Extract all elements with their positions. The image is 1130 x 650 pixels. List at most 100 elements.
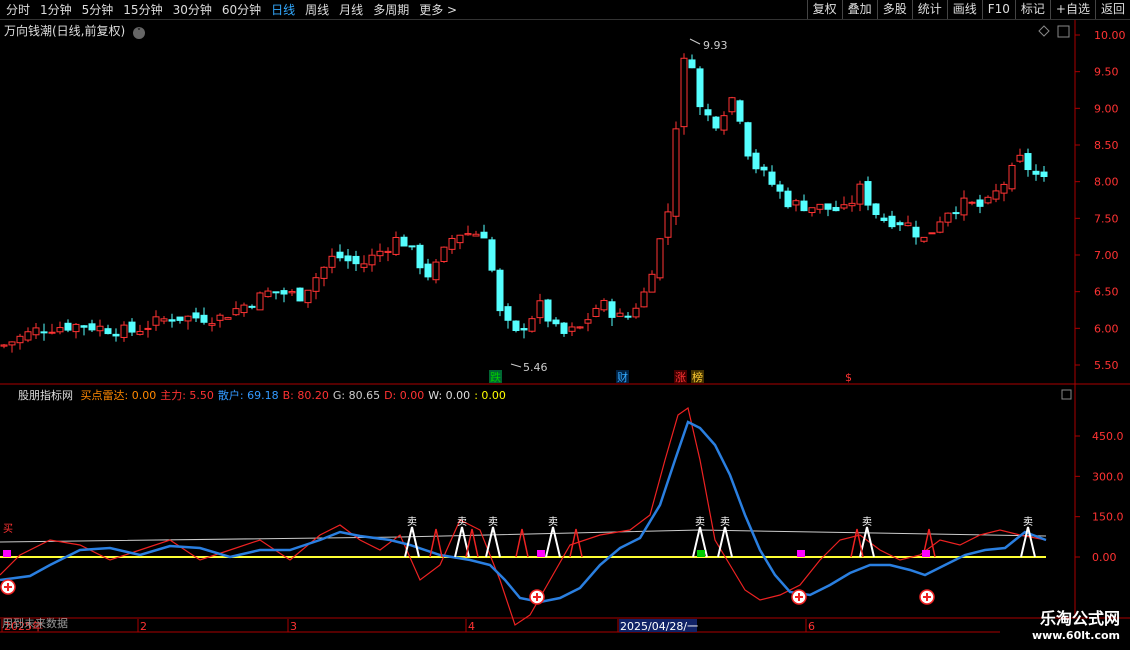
- event-marker: 榜: [692, 370, 703, 384]
- period-tab-3[interactable]: 15分钟: [123, 1, 162, 18]
- candle-body: [168, 319, 176, 322]
- brand-name: 乐淘公式网: [1039, 609, 1120, 628]
- date-axis-label: 4: [468, 620, 475, 633]
- period-tab-4[interactable]: 30分钟: [173, 1, 212, 18]
- period-tab-6[interactable]: 日线: [271, 1, 295, 18]
- candle-body: [408, 245, 416, 248]
- sell-signal: [1020, 526, 1036, 558]
- candle-body: [592, 307, 600, 317]
- period-tab-2[interactable]: 5分钟: [82, 1, 114, 18]
- candle-body: [912, 226, 920, 238]
- candle-body: [824, 203, 832, 210]
- chart-canvas[interactable]: 10.00 9.50 9.00 8.50 8.00 7.50 7.00 6.50 6.00 5.5…: [0, 20, 1130, 635]
- candle-body: [1032, 170, 1040, 175]
- brand-url: www.60lt.com: [1031, 629, 1120, 642]
- candle-body: [816, 203, 824, 210]
- candle-body: [512, 320, 520, 331]
- candle-body: [1000, 183, 1008, 194]
- sell-label: 卖: [862, 516, 872, 528]
- signal-bar: [697, 550, 705, 557]
- sell-label: 卖: [1023, 516, 1033, 528]
- high-label: 9.93: [703, 39, 728, 52]
- candle-body: [144, 327, 152, 330]
- price-axis-label: 9.00: [1094, 102, 1119, 115]
- candle-body: [640, 291, 648, 308]
- candle-body: [24, 331, 32, 341]
- period-tab-5[interactable]: 60分钟: [222, 1, 261, 18]
- tool-button-0[interactable]: 复权: [806, 0, 842, 19]
- tool-button-2[interactable]: 多股: [876, 0, 912, 19]
- candle-body: [952, 212, 960, 215]
- sell-signal: [717, 526, 733, 558]
- signal-bar: [797, 550, 805, 557]
- candle-body: [600, 299, 608, 311]
- tool-button-1[interactable]: 叠加: [841, 0, 877, 19]
- price-axis-label: 6.00: [1094, 322, 1119, 335]
- candle-body: [568, 326, 576, 332]
- period-tab-0[interactable]: 分时: [6, 1, 30, 18]
- price-axis-label: 7.50: [1094, 212, 1119, 225]
- candle-body: [248, 305, 256, 308]
- period-tabs: 分时 1分钟 5分钟 15分钟 30分钟 60分钟 日线 周线 月线 多周期 更多 >: [0, 0, 461, 19]
- indicator-value-2: 散户: 69.18: [217, 389, 279, 402]
- candle-body: [896, 222, 904, 226]
- sell-signal: [404, 526, 420, 558]
- indicator-axis-label: 450.0: [1092, 430, 1124, 443]
- period-toolbar: 分时 1分钟 5分钟 15分钟 30分钟 60分钟 日线 周线 月线 多周期 更多 > 复权 叠加 多股…: [0, 0, 1130, 20]
- candle-body: [208, 323, 216, 326]
- future-data-note: 用到未来数据: [2, 617, 68, 630]
- candle-body: [280, 290, 288, 295]
- candle-body: [664, 211, 672, 238]
- period-tab-8[interactable]: 月线: [339, 1, 363, 18]
- tool-button-5[interactable]: F10: [981, 0, 1015, 19]
- candle-body: [624, 315, 632, 318]
- period-tab-1[interactable]: 1分钟: [40, 1, 72, 18]
- candle-body: [544, 299, 552, 322]
- candle-body: [848, 202, 856, 207]
- signal-bar: [537, 550, 545, 557]
- candle-body: [960, 197, 968, 216]
- candle-body: [192, 312, 200, 319]
- candle-body: [712, 116, 720, 129]
- candle-body: [16, 335, 24, 344]
- tool-button-6[interactable]: 标记: [1014, 0, 1050, 19]
- candle-body: [224, 317, 232, 320]
- candle-body: [456, 234, 464, 244]
- indicator-value-7: : 0.00: [474, 389, 506, 402]
- candle-body: [48, 331, 56, 334]
- candle-body: [272, 291, 280, 294]
- event-marker: $: [845, 371, 852, 384]
- candle-body: [776, 184, 784, 192]
- sell-label: 卖: [457, 516, 467, 528]
- signal-bar: [922, 550, 930, 557]
- candle-body: [968, 201, 976, 204]
- indicator-value-3: B: 80.20: [282, 389, 329, 402]
- candle-body: [56, 327, 64, 333]
- candle-body: [8, 341, 16, 346]
- tool-button-3[interactable]: 统计: [911, 0, 947, 19]
- candle-body: [552, 319, 560, 325]
- candle-body: [232, 308, 240, 316]
- candle-body: [784, 190, 792, 208]
- candle-body: [88, 323, 96, 331]
- candle-body: [312, 277, 320, 292]
- tool-button-8[interactable]: 返回: [1094, 0, 1130, 19]
- candle-body: [128, 321, 136, 333]
- candle-body: [376, 250, 384, 257]
- period-tab-10[interactable]: 更多 >: [419, 1, 457, 18]
- indicator-name[interactable]: 股朋指标网: [18, 389, 73, 402]
- candle-body: [400, 236, 408, 247]
- candle-body: [656, 238, 664, 279]
- candle-body: [936, 221, 944, 233]
- candle-body: [480, 231, 488, 239]
- period-tab-9[interactable]: 多周期: [373, 1, 409, 18]
- brand-watermark: 乐淘公式网 www.60lt.com: [1032, 605, 1120, 642]
- candle-body: [800, 200, 808, 212]
- candle-body: [496, 269, 504, 312]
- tool-button-7[interactable]: +自选: [1049, 0, 1095, 19]
- candle-body: [888, 215, 896, 228]
- event-marker: 涨: [675, 371, 686, 384]
- candle-body: [880, 217, 888, 222]
- tool-button-4[interactable]: 画线: [946, 0, 982, 19]
- period-tab-7[interactable]: 周线: [305, 1, 329, 18]
